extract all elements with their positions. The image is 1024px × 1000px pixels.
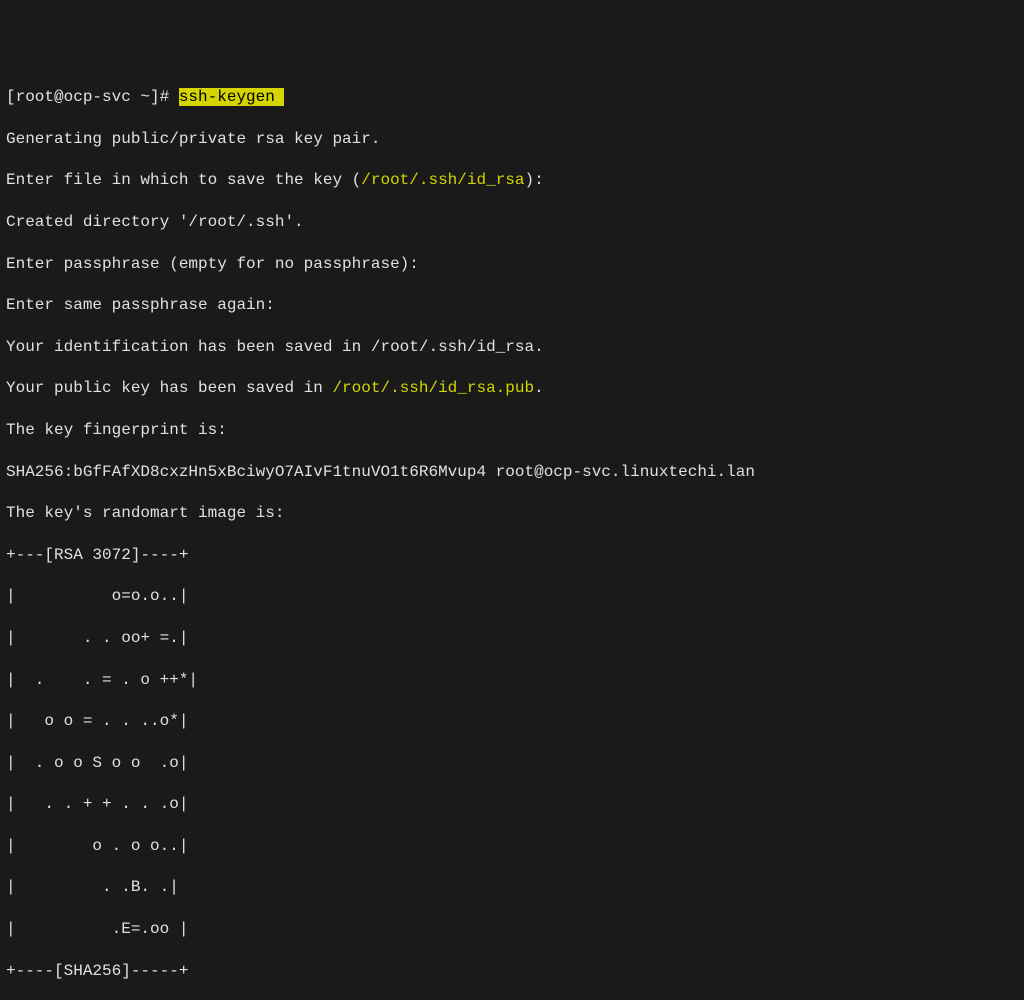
output-line: The key's randomart image is:	[6, 503, 1018, 524]
randomart-line: | . . oo+ =.|	[6, 628, 1018, 649]
output-line: Created directory '/root/.ssh'.	[6, 212, 1018, 233]
randomart-line: | . . = . o ++*|	[6, 670, 1018, 691]
randomart-line: | o . o o..|	[6, 836, 1018, 857]
randomart-line: | . o o S o o .o|	[6, 753, 1018, 774]
output-line: Your public key has been saved in /root/…	[6, 378, 1018, 399]
output-line: Enter file in which to save the key (/ro…	[6, 170, 1018, 191]
output-line: Your identification has been saved in /r…	[6, 337, 1018, 358]
randomart-line: | o o = . . ..o*|	[6, 711, 1018, 732]
output-line: Generating public/private rsa key pair.	[6, 129, 1018, 150]
shell-prompt: [root@ocp-svc ~]#	[6, 88, 179, 106]
output-line: The key fingerprint is:	[6, 420, 1018, 441]
randomart-line: | o=o.o..|	[6, 586, 1018, 607]
output-line: Enter passphrase (empty for no passphras…	[6, 254, 1018, 275]
randomart-line: | . .B. .|	[6, 877, 1018, 898]
output-text: Your public key has been saved in	[6, 379, 332, 397]
randomart-line: +----[SHA256]-----+	[6, 961, 1018, 982]
randomart-line: | . . + + . . .o|	[6, 794, 1018, 815]
fingerprint-line: SHA256:bGfFAfXD8cxzHn5xBciwyO7AIvF1tnuVO…	[6, 462, 1018, 483]
output-line: Enter same passphrase again:	[6, 295, 1018, 316]
prompt-line[interactable]: [root@ocp-svc ~]# ssh-keygen	[6, 87, 1018, 108]
output-text: Enter file in which to save the key (	[6, 171, 361, 189]
typed-command: ssh-keygen	[179, 88, 285, 106]
output-text: ):	[525, 171, 544, 189]
output-text: .	[534, 379, 544, 397]
randomart-line: | .E=.oo |	[6, 919, 1018, 940]
randomart-line: +---[RSA 3072]----+	[6, 545, 1018, 566]
pubkey-path: /root/.ssh/id_rsa.pub	[332, 379, 534, 397]
key-path: /root/.ssh/id_rsa	[361, 171, 524, 189]
